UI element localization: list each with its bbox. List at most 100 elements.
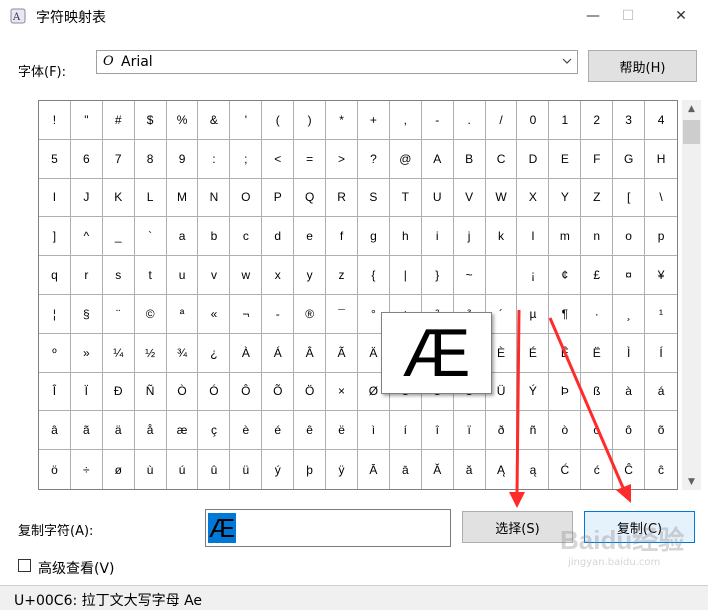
char-cell[interactable]: ą — [517, 450, 550, 489]
char-cell[interactable]: k — [485, 217, 518, 257]
char-cell[interactable]: | — [389, 256, 422, 295]
char-cell[interactable]: ĉ — [645, 450, 677, 489]
char-cell[interactable] — [485, 256, 518, 295]
char-cell[interactable]: I — [39, 178, 71, 218]
char-cell[interactable]: ® — [294, 294, 327, 334]
char-cell[interactable]: T — [389, 178, 422, 218]
char-cell[interactable]: â — [39, 411, 71, 451]
char-cell[interactable]: y — [294, 256, 327, 295]
char-cell[interactable]: Ĉ — [613, 450, 646, 489]
char-cell[interactable]: ß — [581, 372, 614, 412]
char-cell[interactable]: © — [134, 294, 167, 334]
char-cell[interactable]: º — [39, 333, 71, 373]
char-cell[interactable]: ã — [70, 411, 103, 451]
char-cell[interactable]: 5 — [39, 139, 71, 179]
char-cell[interactable]: ï — [453, 411, 486, 451]
scrollbar-thumb[interactable] — [683, 120, 700, 144]
char-cell[interactable]: ¢ — [549, 256, 582, 295]
char-cell[interactable]: Ì — [613, 333, 646, 373]
char-cell[interactable]: b — [198, 217, 231, 257]
char-cell[interactable]: Ć — [549, 450, 582, 489]
character-grid[interactable]: ! " # $% & '() * +, -./0 1 2 3 4 5 6 7 8 9:; < = >? @ A B C D E F G H… — [38, 100, 678, 490]
char-cell[interactable]: W — [485, 178, 518, 218]
char-cell[interactable]: / — [485, 101, 518, 140]
char-cell[interactable]: 7 — [102, 139, 135, 179]
char-cell[interactable]: Ë — [581, 333, 614, 373]
char-cell[interactable]: ç — [198, 411, 231, 451]
char-cell[interactable]: · — [581, 294, 614, 334]
char-cell[interactable]: ă — [454, 450, 486, 489]
char-cell[interactable]: « — [198, 294, 231, 334]
char-cell[interactable]: j — [453, 217, 486, 257]
char-cell[interactable]: 4 — [645, 101, 677, 140]
char-cell[interactable]: S — [357, 178, 390, 218]
char-cell[interactable]: ¯ — [326, 294, 358, 334]
char-cell[interactable]: Ý — [517, 372, 550, 412]
char-cell[interactable]: l — [517, 217, 550, 257]
char-cell[interactable]: q — [39, 256, 71, 295]
char-cell[interactable]: É — [517, 333, 550, 373]
char-cell[interactable]: Á — [262, 333, 295, 373]
select-button[interactable]: 选择(S) — [462, 511, 573, 543]
char-cell[interactable]: é — [262, 411, 295, 451]
char-cell[interactable]: è — [230, 411, 263, 451]
char-cell[interactable]: R — [326, 178, 358, 218]
char-cell[interactable]: ä — [102, 411, 135, 451]
char-cell[interactable]: ñ — [517, 411, 550, 451]
maximize-button[interactable]: ☐ — [605, 0, 651, 32]
char-cell[interactable]: e — [294, 217, 327, 257]
char-cell[interactable]: ¥ — [645, 256, 677, 295]
char-cell[interactable]: Ó — [198, 372, 231, 412]
char-cell[interactable]: ÿ — [326, 450, 358, 489]
char-cell[interactable]: g — [357, 217, 390, 257]
char-cell[interactable]: Ò — [166, 372, 199, 412]
char-cell[interactable]: § — [70, 294, 103, 334]
char-cell[interactable]: ā — [390, 450, 422, 489]
char-cell[interactable]: þ — [294, 450, 327, 489]
char-cell[interactable]: = — [294, 139, 327, 179]
char-cell[interactable]: µ — [517, 294, 550, 334]
char-cell[interactable]: ÷ — [71, 450, 103, 489]
char-cell[interactable]: ¦ — [39, 294, 71, 334]
char-cell[interactable]: Ą — [486, 450, 518, 489]
char-cell[interactable]: F — [581, 139, 614, 179]
char-cell[interactable]: 0 — [517, 101, 550, 140]
char-cell[interactable]: ª — [166, 294, 199, 334]
char-cell[interactable]: 6 — [70, 139, 103, 179]
char-cell[interactable]: z — [326, 256, 358, 295]
char-cell[interactable]: Â — [294, 333, 327, 373]
char-cell[interactable]: Ô — [230, 372, 263, 412]
char-cell[interactable]: - — [262, 294, 295, 334]
char-cell[interactable]: å — [134, 411, 167, 451]
char-cell[interactable]: ¡ — [517, 256, 550, 295]
char-cell[interactable]: , — [389, 101, 422, 140]
char-cell[interactable]: N — [198, 178, 231, 218]
char-cell[interactable]: D — [517, 139, 550, 179]
char-cell[interactable]: Ï — [70, 372, 103, 412]
char-cell[interactable]: » — [70, 333, 103, 373]
char-cell[interactable]: ¼ — [102, 333, 135, 373]
char-cell[interactable]: ò — [549, 411, 582, 451]
char-cell[interactable]: # — [102, 101, 135, 140]
close-button[interactable]: ✕ — [658, 0, 704, 32]
char-cell[interactable]: ¿ — [198, 333, 231, 373]
char-cell[interactable]: ø — [103, 450, 135, 489]
char-cell[interactable]: ¹ — [645, 295, 677, 334]
char-cell[interactable]: ¨ — [102, 294, 135, 334]
char-cell[interactable]: > — [326, 139, 358, 179]
char-cell[interactable]: ] — [39, 217, 71, 257]
char-cell[interactable]: s — [102, 256, 135, 295]
char-cell[interactable]: Î — [39, 372, 71, 412]
char-cell[interactable]: ú — [167, 450, 199, 489]
char-cell[interactable]: * — [326, 101, 358, 140]
char-cell[interactable]: û — [198, 450, 231, 489]
char-cell[interactable]: Ê — [549, 333, 582, 373]
char-cell[interactable]: ½ — [134, 333, 167, 373]
char-cell[interactable]: x — [262, 256, 295, 295]
char-cell[interactable]: d — [262, 217, 295, 257]
char-cell[interactable]: ~ — [453, 256, 486, 295]
scroll-down-icon[interactable]: ▼ — [682, 473, 701, 490]
char-cell[interactable]: [ — [613, 178, 646, 218]
char-cell[interactable]: X — [517, 178, 550, 218]
char-cell[interactable]: G — [613, 139, 646, 179]
